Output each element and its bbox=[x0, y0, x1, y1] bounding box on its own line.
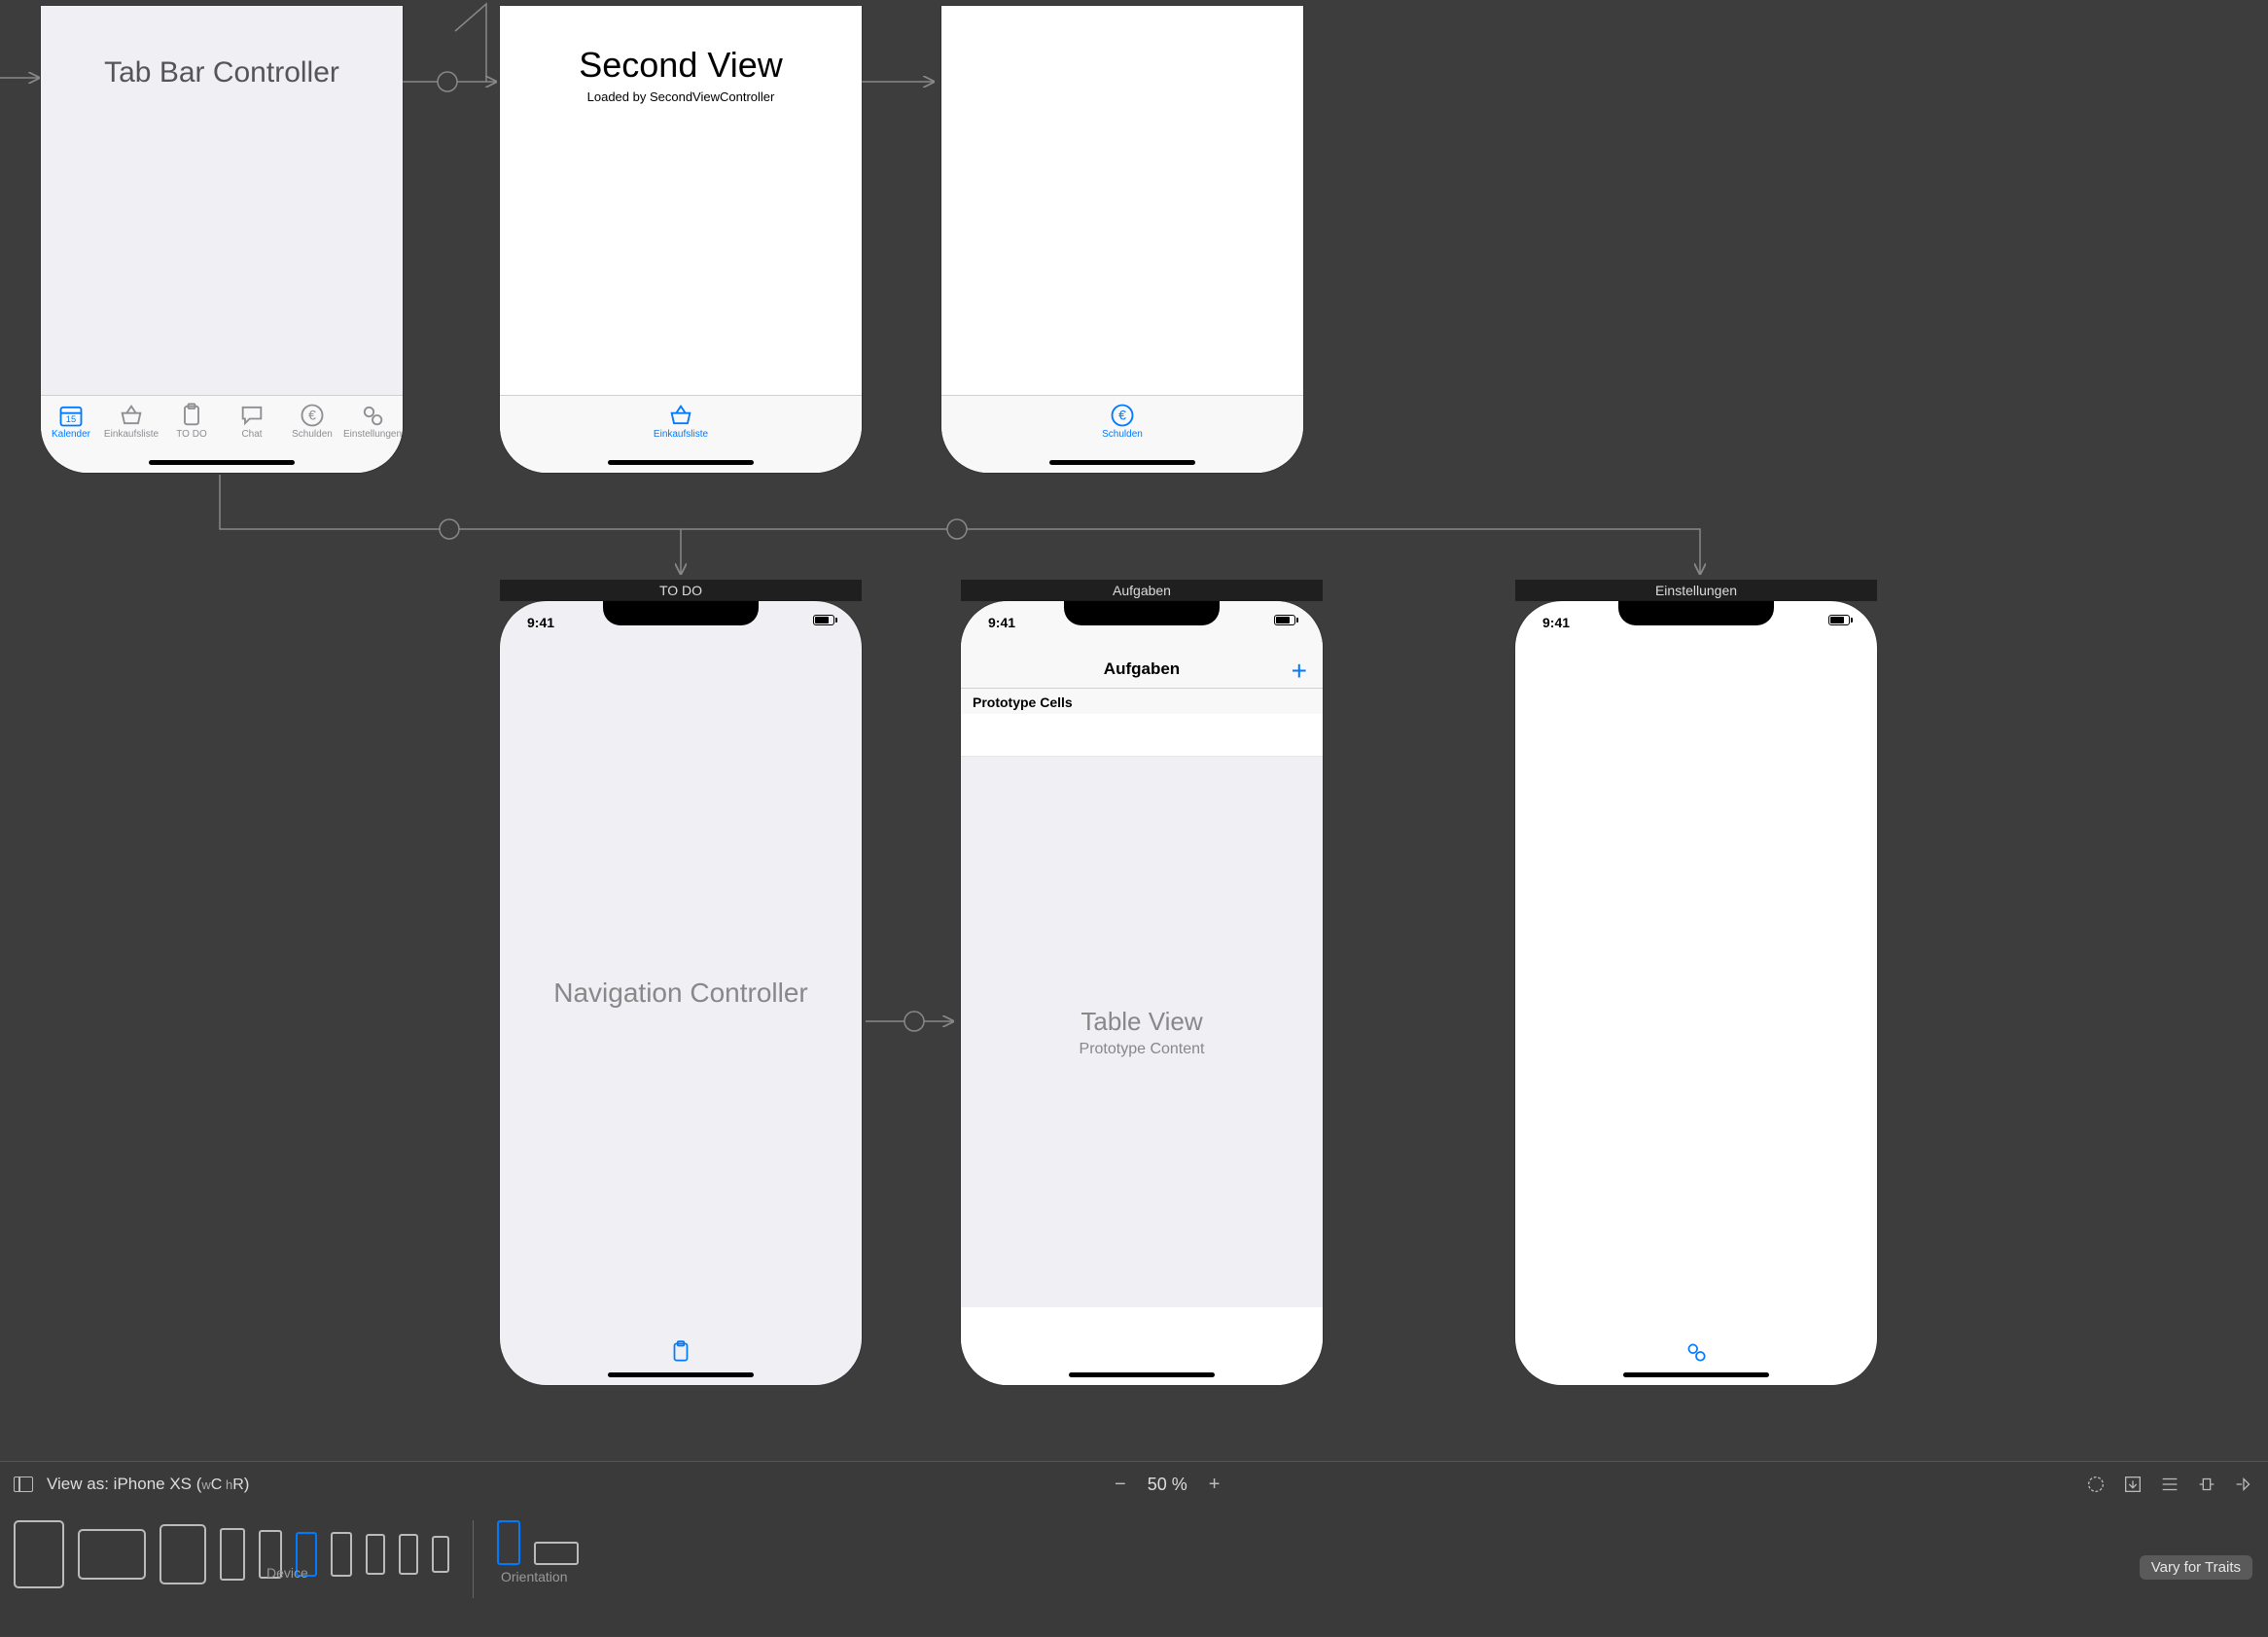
second-view-subtitle: Loaded by SecondViewController bbox=[587, 89, 775, 104]
svg-text:€: € bbox=[1118, 408, 1126, 423]
scene-title: Einstellungen bbox=[1515, 580, 1877, 601]
device-picker: Device bbox=[14, 1520, 449, 1588]
scene-aufgaben[interactable]: Aufgaben 9:41 Aufgaben + Prototype Cells… bbox=[961, 580, 1323, 1385]
table-view-subtitle: Prototype Content bbox=[1080, 1041, 1205, 1058]
divider bbox=[473, 1520, 474, 1598]
home-indicator bbox=[608, 460, 754, 465]
home-indicator bbox=[1069, 1372, 1215, 1377]
battery-icon bbox=[1274, 615, 1295, 625]
clipboard-icon bbox=[668, 1339, 693, 1370]
orientation-landscape[interactable] bbox=[534, 1542, 579, 1565]
vary-for-traits-button[interactable]: Vary for Traits bbox=[2140, 1555, 2252, 1580]
calendar-icon: 15 bbox=[57, 402, 85, 429]
status-time: 9:41 bbox=[527, 615, 554, 630]
scene-todo-nav[interactable]: TO DO 9:41 Navigation Controller bbox=[500, 580, 862, 1385]
battery-icon bbox=[813, 615, 834, 625]
home-indicator bbox=[1623, 1372, 1769, 1377]
device-ipad-small[interactable] bbox=[159, 1524, 206, 1584]
svg-text:15: 15 bbox=[66, 414, 76, 424]
update-frames-icon[interactable] bbox=[2085, 1474, 2107, 1495]
pin-constraints-icon[interactable] bbox=[2196, 1474, 2217, 1495]
scene-title: Aufgaben bbox=[961, 580, 1323, 601]
notch bbox=[1618, 601, 1774, 625]
zoom-in-button[interactable]: + bbox=[1209, 1474, 1221, 1496]
nav-title: Aufgaben bbox=[961, 659, 1323, 679]
gears-icon bbox=[1683, 1339, 1709, 1370]
notch bbox=[1064, 601, 1220, 625]
resolve-issues-icon[interactable] bbox=[2233, 1474, 2254, 1495]
orientation-picker: Orientation bbox=[497, 1520, 579, 1592]
storyboard-canvas[interactable]: Tab Bar Controller 15 Kalender Einkaufsl… bbox=[0, 0, 2268, 1636]
traits-bar: View as: iPhone XS (wC hR) − 50 % + bbox=[0, 1461, 2268, 1636]
svg-text:€: € bbox=[308, 408, 316, 423]
orientation-portrait[interactable] bbox=[497, 1520, 520, 1565]
gears-icon bbox=[359, 402, 386, 429]
battery-icon bbox=[1828, 615, 1850, 625]
device-iphone-8plus[interactable] bbox=[331, 1532, 352, 1577]
scene-schulden[interactable]: € Schulden bbox=[941, 6, 1303, 473]
device-ipad-portrait[interactable] bbox=[14, 1520, 64, 1588]
device-iphone-xsmax[interactable] bbox=[220, 1528, 245, 1581]
zoom-out-button[interactable]: − bbox=[1115, 1474, 1126, 1496]
table-view-body[interactable]: Table View Prototype Content bbox=[961, 757, 1323, 1307]
tab-kalender[interactable]: 15 Kalender bbox=[42, 402, 100, 473]
status-time: 9:41 bbox=[988, 615, 1015, 630]
device-iphone-4s[interactable] bbox=[432, 1536, 449, 1573]
device-iphone-8[interactable] bbox=[366, 1534, 385, 1575]
scene-tabbar-controller[interactable]: Tab Bar Controller 15 Kalender Einkaufsl… bbox=[41, 6, 403, 473]
scene-title: TO DO bbox=[500, 580, 862, 601]
add-button[interactable]: + bbox=[1292, 656, 1307, 687]
notch bbox=[603, 601, 759, 625]
euro-icon: € bbox=[299, 402, 326, 429]
status-time: 9:41 bbox=[1542, 615, 1570, 630]
home-indicator bbox=[1049, 460, 1195, 465]
panel-toggle-icon[interactable] bbox=[14, 1477, 33, 1492]
prototype-cells-header: Prototype Cells bbox=[961, 689, 1323, 716]
chat-icon bbox=[238, 402, 266, 429]
euro-icon: € bbox=[1109, 402, 1136, 429]
home-indicator bbox=[149, 460, 295, 465]
view-as-label[interactable]: View as: iPhone XS (wC hR) bbox=[47, 1475, 249, 1494]
second-view-title: Second View bbox=[579, 45, 782, 86]
device-ipad-landscape[interactable] bbox=[78, 1529, 146, 1580]
home-indicator bbox=[608, 1372, 754, 1377]
basket-icon bbox=[667, 402, 694, 429]
device-iphone-se[interactable] bbox=[399, 1534, 418, 1575]
scene-second-view[interactable]: Second View Loaded by SecondViewControll… bbox=[500, 6, 862, 473]
prototype-cell[interactable] bbox=[961, 714, 1323, 757]
embed-in-icon[interactable] bbox=[2122, 1474, 2144, 1495]
table-view-title: Table View bbox=[1081, 1007, 1202, 1037]
controller-title: Tab Bar Controller bbox=[94, 56, 349, 89]
device-section-label: Device bbox=[266, 1565, 308, 1581]
align-icon[interactable] bbox=[2159, 1474, 2180, 1495]
scene-einstellungen[interactable]: Einstellungen 9:41 bbox=[1515, 580, 1877, 1385]
clipboard-icon bbox=[178, 402, 205, 429]
zoom-level: 50 % bbox=[1148, 1475, 1187, 1495]
controller-title: Navigation Controller bbox=[544, 978, 817, 1009]
basket-icon bbox=[118, 402, 145, 429]
tab-einstellungen[interactable]: Einstellungen bbox=[343, 402, 402, 473]
orientation-section-label: Orientation bbox=[501, 1569, 567, 1584]
